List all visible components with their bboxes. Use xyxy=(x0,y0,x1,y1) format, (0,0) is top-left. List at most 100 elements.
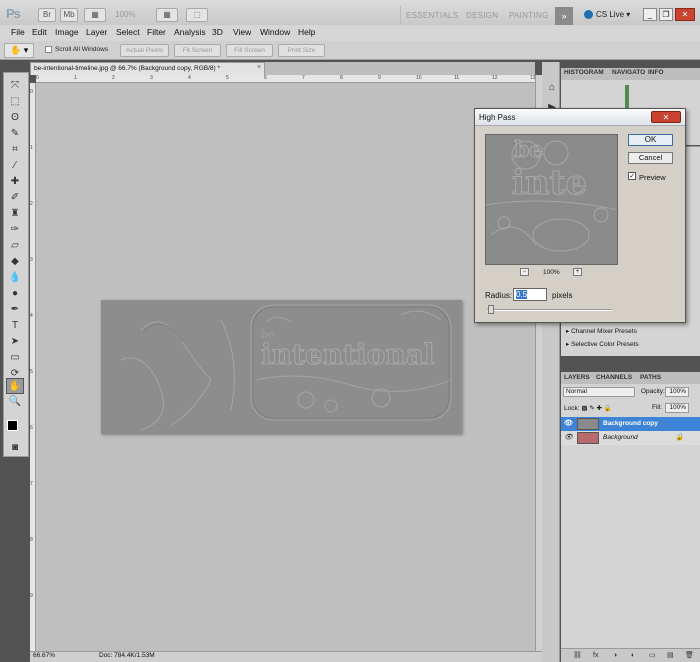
preview-label: Preview xyxy=(639,173,666,182)
radius-slider-thumb[interactable] xyxy=(488,305,494,314)
history-panel-icon[interactable]: ⌂ xyxy=(543,80,561,96)
link-layers-icon[interactable]: ⛓ xyxy=(573,649,582,662)
zoom-tool-icon[interactable]: 🔍 xyxy=(6,394,24,410)
layer-row-background-copy[interactable]: 👁 Background copy xyxy=(561,417,700,431)
spot-healing-tool-icon[interactable]: ✚ xyxy=(6,174,24,190)
radius-slider-track[interactable] xyxy=(487,309,612,311)
menu-edit[interactable]: Edit xyxy=(32,27,47,37)
ruler-tick: 3 xyxy=(30,257,33,263)
quick-mask-icon[interactable]: ◙ xyxy=(6,440,24,456)
layers-panel-footer: ⛓ fx ◑ ◐ ▭ ▤ 🗑 xyxy=(561,648,700,662)
preview-checkbox[interactable]: ✓ xyxy=(628,172,636,180)
cs-live-menu[interactable]: CS Live ▾ xyxy=(584,10,630,20)
fit-screen-button[interactable]: Fit Screen xyxy=(174,44,221,57)
zoom-out-button[interactable]: − xyxy=(520,268,529,276)
menu-image[interactable]: Image xyxy=(55,27,79,37)
minimize-icon[interactable]: _ xyxy=(643,8,657,21)
type-tool-icon[interactable]: T xyxy=(6,318,24,334)
document-image[interactable]: be intentional xyxy=(101,300,462,434)
adjustment-layer-icon[interactable]: ◐ xyxy=(631,649,635,662)
paint-bucket-tool-icon[interactable]: ◆ xyxy=(6,254,24,270)
move-tool-icon[interactable]: ⤧ xyxy=(6,78,24,94)
print-size-button[interactable]: Print Size xyxy=(278,44,325,57)
ruler-tick: 8 xyxy=(340,75,343,81)
lasso-tool-icon[interactable]: ʘ xyxy=(6,110,24,126)
dodge-tool-icon[interactable]: ● xyxy=(6,286,24,302)
view-extras-icon[interactable]: ▦ xyxy=(84,8,106,22)
history-brush-tool-icon[interactable]: ✑ xyxy=(6,222,24,238)
status-zoom[interactable]: 66.67% xyxy=(33,652,55,659)
workspace-essentials[interactable]: ESSENTIALS xyxy=(406,11,458,20)
tab-navigator[interactable]: NAVIGATO xyxy=(612,69,645,76)
scroll-all-windows-checkbox[interactable] xyxy=(45,46,52,53)
tab-layers[interactable]: LAYERS xyxy=(564,374,590,381)
filter-preview[interactable]: be inte xyxy=(485,134,618,265)
visibility-eye-icon[interactable]: 👁 xyxy=(564,431,573,445)
screen-mode-icon[interactable]: ⬚ xyxy=(186,8,208,22)
layer-row-background[interactable]: 👁 Background 🔒 xyxy=(561,431,700,445)
menu-layer[interactable]: Layer xyxy=(86,27,107,37)
pen-tool-icon[interactable]: ✒ xyxy=(6,302,24,318)
fill-screen-button[interactable]: Fill Screen xyxy=(226,44,273,57)
radius-input[interactable]: 0.5 xyxy=(513,288,547,301)
opacity-field[interactable]: 100% xyxy=(665,387,689,397)
workspace-painting[interactable]: PAINTING xyxy=(509,11,549,20)
visibility-eye-icon[interactable]: 👁 xyxy=(564,417,573,431)
cancel-button[interactable]: Cancel xyxy=(628,152,673,164)
clone-stamp-tool-icon[interactable]: ♜ xyxy=(6,206,24,222)
blend-mode-select[interactable]: Normal xyxy=(563,387,635,397)
ruler-tick: 8 xyxy=(30,537,33,543)
ok-button[interactable]: OK xyxy=(628,134,673,146)
close-icon[interactable]: ✕ xyxy=(675,8,695,21)
menu-window[interactable]: Window xyxy=(260,27,290,37)
tab-info[interactable]: INFO xyxy=(648,69,664,76)
layer-style-icon[interactable]: fx xyxy=(593,649,598,662)
new-layer-icon[interactable]: ▤ xyxy=(667,649,674,662)
arrange-documents-icon[interactable]: ▦ xyxy=(156,8,178,22)
hand-tool-preset-picker[interactable]: ✋ ▾ xyxy=(4,43,34,58)
path-selection-tool-icon[interactable]: ➤ xyxy=(6,334,24,350)
menu-3d[interactable]: 3D xyxy=(212,27,223,37)
shape-tool-icon[interactable]: ▭ xyxy=(6,350,24,366)
menu-view[interactable]: View xyxy=(233,27,251,37)
document-tab[interactable]: be-intentional-timeline.jpg @ 66.7% (Bac… xyxy=(30,62,265,75)
eraser-tool-icon[interactable]: ▱ xyxy=(6,238,24,254)
delete-layer-icon[interactable]: 🗑 xyxy=(685,649,694,662)
marquee-tool-icon[interactable]: ⬚ xyxy=(6,94,24,110)
fill-field[interactable]: 100% xyxy=(665,403,689,413)
ruler-tick: 2 xyxy=(30,201,33,207)
close-tab-icon[interactable]: × xyxy=(255,64,263,72)
blur-tool-icon[interactable]: 💧 xyxy=(6,270,24,286)
adjustment-preset-item[interactable]: ▸ Selective Color Presets xyxy=(566,340,639,348)
bridge-icon[interactable]: Br xyxy=(38,8,56,22)
ruler-tick: 12 xyxy=(492,75,498,81)
foreground-color-swatch[interactable] xyxy=(7,420,18,431)
workspace-design[interactable]: DESIGN xyxy=(466,11,498,20)
quick-selection-tool-icon[interactable]: ✎ xyxy=(6,126,24,142)
tab-histogram[interactable]: HISTOGRAM xyxy=(564,69,604,76)
actual-pixels-button[interactable]: Actual Pixels xyxy=(120,44,169,57)
eyedropper-tool-icon[interactable]: ⁄ xyxy=(6,158,24,174)
ruler-tick: 9 xyxy=(378,75,381,81)
brush-tool-icon[interactable]: ✐ xyxy=(6,190,24,206)
zoom-level-select[interactable]: 100% xyxy=(115,10,135,19)
status-doc-size[interactable]: Doc: 784.4K/1.53M xyxy=(99,652,155,659)
menu-select[interactable]: Select xyxy=(116,27,140,37)
minibridge-icon[interactable]: Mb xyxy=(60,8,78,22)
tab-paths[interactable]: PATHS xyxy=(640,374,661,381)
restore-icon[interactable]: ❐ xyxy=(659,8,673,21)
zoom-in-button[interactable]: + xyxy=(573,268,582,276)
menu-help[interactable]: Help xyxy=(298,27,315,37)
dialog-close-icon[interactable]: ✕ xyxy=(651,111,681,123)
crop-tool-icon[interactable]: ⌗ xyxy=(6,142,24,158)
layer-mask-icon[interactable]: ◑ xyxy=(613,649,617,662)
new-group-icon[interactable]: ▭ xyxy=(649,649,656,662)
ruler-tick: 4 xyxy=(188,75,191,81)
tab-channels[interactable]: CHANNELS xyxy=(596,374,632,381)
menu-filter[interactable]: Filter xyxy=(147,27,166,37)
menu-analysis[interactable]: Analysis xyxy=(174,27,206,37)
menu-file[interactable]: File xyxy=(11,27,25,37)
hand-tool-icon[interactable]: ✋ xyxy=(6,378,24,394)
adjustment-preset-item[interactable]: ▸ Channel Mixer Presets xyxy=(566,327,637,335)
more-workspaces-button[interactable]: » xyxy=(555,7,573,25)
